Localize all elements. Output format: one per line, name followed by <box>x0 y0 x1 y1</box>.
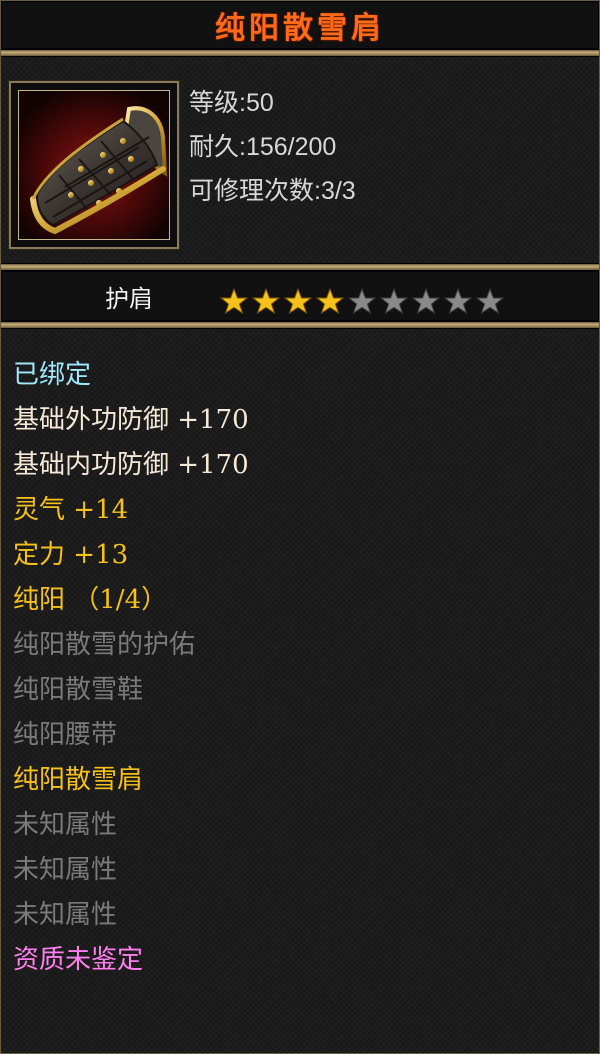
star-empty-icon <box>411 287 441 315</box>
attribute-line: 未知属性 <box>13 900 118 930</box>
item-name: 纯阳散雪肩 <box>215 11 385 46</box>
attribute-line: 未知属性 <box>13 855 118 885</box>
attribute-list: 已绑定基础外功防御 +170 基础内功防御 +170 灵气 +14 定力 +13 纯阳 … <box>13 353 249 983</box>
attribute-line: 定力 +13 <box>13 540 129 570</box>
attribute-line: 资质未鉴定 <box>13 945 144 975</box>
star-empty-icon <box>379 287 409 315</box>
item-stats: 等级:50 耐久:156/200 可修理次数:3/3 <box>189 81 356 213</box>
star-filled-icon <box>315 287 345 315</box>
level-line: 等级:50 <box>189 89 274 117</box>
item-icon-frame <box>8 80 180 250</box>
star-filled-icon <box>251 287 281 315</box>
star-filled-icon <box>219 287 249 315</box>
star-filled-icon <box>283 287 313 315</box>
shoulder-armor-graphic <box>30 106 168 235</box>
repair-count-line: 可修理次数:3/3 <box>189 177 356 205</box>
star-empty-icon <box>475 287 505 315</box>
attribute-line: 基础内功防御 +170 <box>13 450 249 480</box>
star-empty-icon <box>347 287 377 315</box>
divider-bottom <box>1 321 599 329</box>
attribute-line: 纯阳 （1/4） <box>13 585 168 615</box>
attribute-line: 基础外功防御 +170 <box>13 405 249 435</box>
item-type: 护肩 <box>105 285 153 313</box>
star-empty-icon <box>443 287 473 315</box>
attribute-line: 已绑定 <box>13 360 92 390</box>
star-rating <box>218 287 506 315</box>
item-tooltip: 纯阳散雪肩 等级:50 耐久:156/200 可修理次数:3/3 护肩 已绑定 … <box>0 0 600 1054</box>
attribute-line: 纯阳散雪鞋 <box>13 675 144 705</box>
durability-line: 耐久:156/200 <box>189 133 337 161</box>
divider-middle <box>1 263 599 271</box>
attribute-line: 纯阳腰带 <box>13 720 118 750</box>
attribute-line: 未知属性 <box>13 810 118 840</box>
divider-top <box>1 49 599 57</box>
shoulder-armor-icon <box>18 90 170 240</box>
attribute-line: 灵气 +14 <box>13 495 129 525</box>
attribute-line: 纯阳散雪肩 <box>13 765 144 795</box>
attribute-line: 纯阳散雪的护佑 <box>13 630 196 660</box>
